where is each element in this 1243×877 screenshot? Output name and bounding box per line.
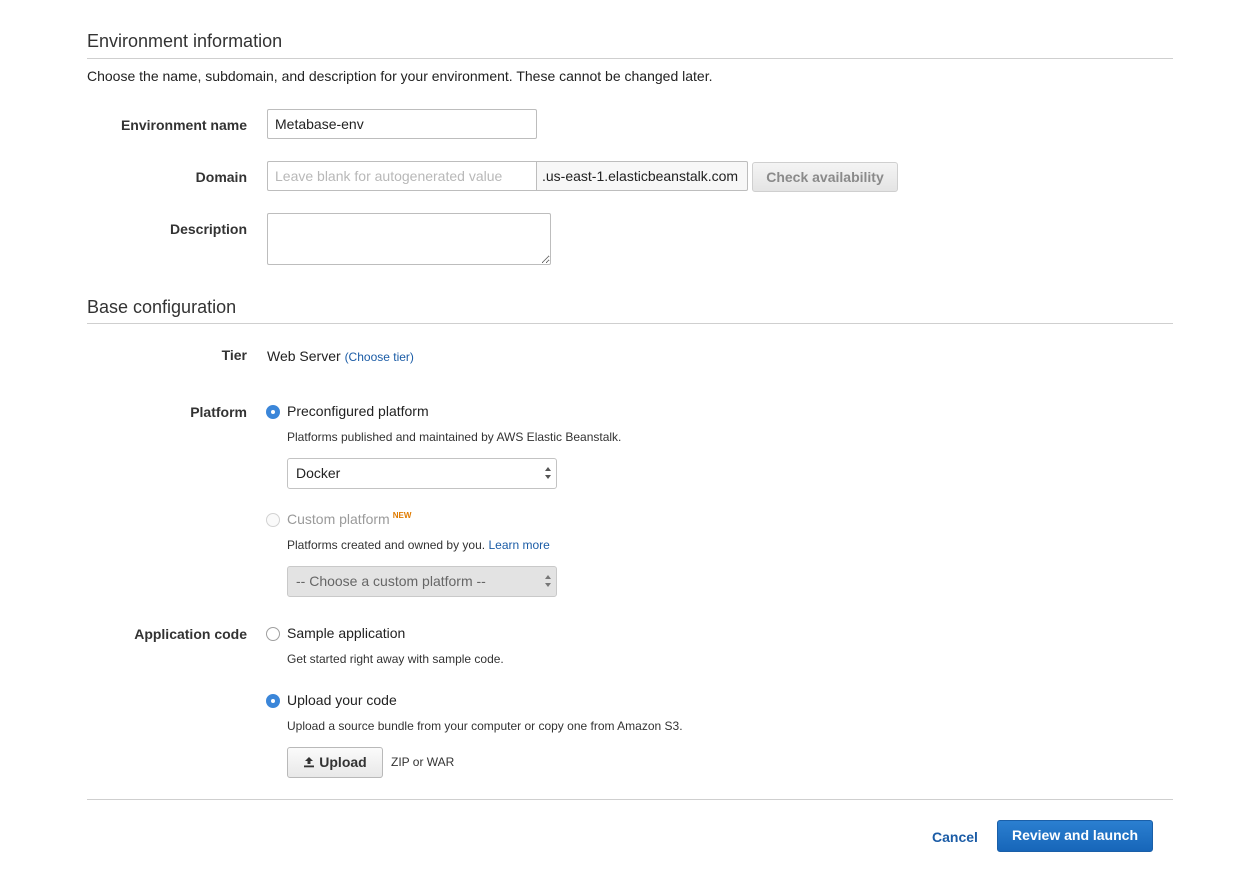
- cancel-button[interactable]: Cancel: [932, 829, 978, 845]
- base-config-section-title: Base configuration: [87, 297, 237, 317]
- new-badge: NEW: [392, 511, 412, 521]
- custom-platform-help-row: Platforms created and owned by you. Lear…: [287, 538, 550, 552]
- environment-name-input[interactable]: [267, 109, 537, 139]
- custom-platform-help: Platforms created and owned by you.: [287, 538, 486, 552]
- platform-select[interactable]: Docker: [287, 458, 557, 489]
- base-config-section-divider: [87, 323, 1173, 324]
- upload-hint: ZIP or WAR: [391, 755, 455, 769]
- upload-button-label: Upload: [319, 754, 367, 770]
- sample-application-label[interactable]: Sample application: [287, 625, 405, 641]
- custom-platform-label: Custom platform: [287, 511, 390, 527]
- preconfigured-platform-help: Platforms published and maintained by AW…: [287, 430, 622, 444]
- tier-row: Web Server (Choose tier): [267, 348, 414, 364]
- footer-divider: [87, 799, 1173, 800]
- select-arrows-icon: [545, 467, 551, 479]
- upload-icon: [304, 757, 315, 768]
- learn-more-link[interactable]: Learn more: [488, 538, 549, 552]
- environment-section-divider: [87, 58, 1173, 59]
- tier-value: Web Server: [267, 348, 341, 364]
- custom-platform-radio[interactable]: [266, 513, 280, 527]
- custom-platform-select-value: -- Choose a custom platform --: [296, 573, 486, 589]
- upload-code-help: Upload a source bundle from your compute…: [287, 719, 683, 733]
- description-textarea[interactable]: [267, 213, 551, 265]
- platform-label: Platform: [190, 404, 247, 420]
- environment-name-label: Environment name: [120, 117, 247, 133]
- environment-section-description: Choose the name, subdomain, and descript…: [87, 68, 713, 84]
- check-availability-button[interactable]: Check availability: [752, 162, 898, 192]
- upload-button[interactable]: Upload: [287, 747, 383, 778]
- domain-suffix: .us-east-1.elasticbeanstalk.com: [537, 161, 748, 191]
- preconfigured-platform-label[interactable]: Preconfigured platform: [287, 403, 429, 419]
- select-arrows-icon: [545, 575, 551, 587]
- platform-select-value: Docker: [296, 465, 341, 481]
- domain-input[interactable]: [267, 161, 537, 191]
- sample-application-help: Get started right away with sample code.: [287, 652, 504, 666]
- preconfigured-platform-radio[interactable]: [266, 405, 280, 419]
- tier-label: Tier: [221, 347, 247, 363]
- domain-label: Domain: [195, 169, 247, 185]
- application-code-label: Application code: [134, 626, 247, 642]
- description-label: Description: [169, 221, 247, 237]
- upload-code-label[interactable]: Upload your code: [287, 692, 397, 708]
- sample-application-radio[interactable]: [266, 627, 280, 641]
- upload-code-radio[interactable]: [266, 694, 280, 708]
- review-and-launch-button[interactable]: Review and launch: [997, 820, 1153, 852]
- custom-platform-label-row[interactable]: Custom platform NEW: [287, 511, 411, 527]
- environment-section-title: Environment information: [87, 31, 283, 51]
- choose-tier-link[interactable]: (Choose tier): [345, 350, 414, 364]
- custom-platform-select[interactable]: -- Choose a custom platform --: [287, 566, 557, 597]
